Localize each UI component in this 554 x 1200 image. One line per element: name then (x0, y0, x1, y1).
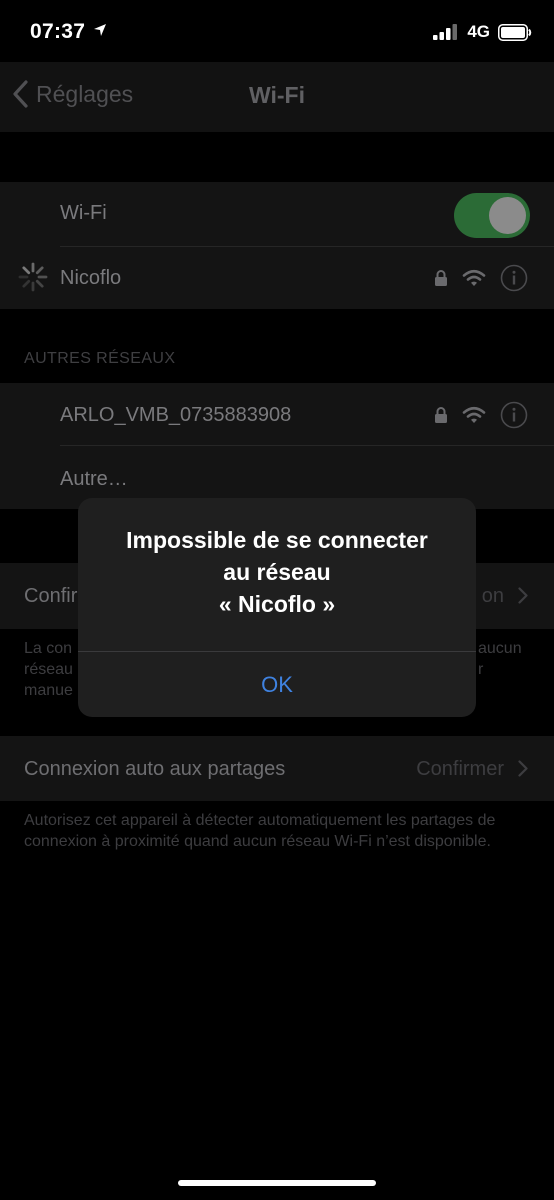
home-indicator[interactable] (178, 1180, 376, 1186)
network-type: 4G (467, 22, 490, 41)
info-icon[interactable] (500, 264, 528, 292)
current-network-row[interactable]: Nicoflo (0, 247, 554, 309)
network-name: ARLO_VMB_0735883908 (60, 404, 292, 426)
ask-join-label: Confir (24, 585, 78, 607)
wifi-toggle-label: Wi-Fi (60, 202, 107, 224)
lock-icon (435, 270, 447, 286)
other-networks-header: AUTRES RÉSEAUX (24, 350, 176, 367)
alert-dialog: Impossible de se connecter au réseau « N… (78, 498, 476, 717)
auto-hotspot-label: Connexion auto aux partages (24, 758, 286, 780)
wifi-toggle-row: Wi-Fi (0, 182, 554, 244)
chevron-right-icon (518, 587, 528, 604)
wifi-toggle[interactable] (454, 193, 530, 238)
info-icon[interactable] (500, 401, 528, 429)
network-icons (434, 401, 528, 429)
current-network-name: Nicoflo (60, 267, 122, 289)
lock-icon (435, 407, 447, 423)
wifi-signal-icon (462, 269, 486, 286)
auto-hotspot-value: Confirmer (416, 758, 504, 780)
chevron-right-icon (518, 760, 528, 777)
network-row-arlo[interactable]: ARLO_VMB_0735883908 (0, 383, 554, 445)
toggle-knob (489, 197, 526, 234)
cellular-signal-icon (433, 24, 458, 40)
auto-hotspot-row[interactable]: Connexion auto aux partages Confirmer (0, 736, 554, 801)
wifi-signal-icon (462, 406, 486, 423)
network-icons (434, 264, 528, 292)
page-title: Wi-Fi (249, 82, 305, 108)
status-time: 07:37 (30, 20, 107, 44)
other-network-label: Autre… (60, 468, 128, 490)
battery-icon (498, 23, 532, 41)
loading-spinner-icon (18, 262, 48, 292)
location-arrow-icon (94, 24, 107, 36)
alert-title: Impossible de se connecter au réseau « N… (126, 527, 428, 617)
auto-hotspot-footnote: Autorisez cet appareil à détecter automa… (24, 812, 496, 850)
other-networks-group: ARLO_VMB_0735883908 Autre… (0, 383, 554, 509)
status-right: 4G (433, 22, 532, 42)
ask-join-value: on (481, 585, 504, 607)
ok-button[interactable]: OK (78, 652, 476, 717)
wifi-group: Wi-Fi Nicoflo (0, 182, 554, 309)
ask-join-footnote-right: aucun r (478, 640, 522, 678)
